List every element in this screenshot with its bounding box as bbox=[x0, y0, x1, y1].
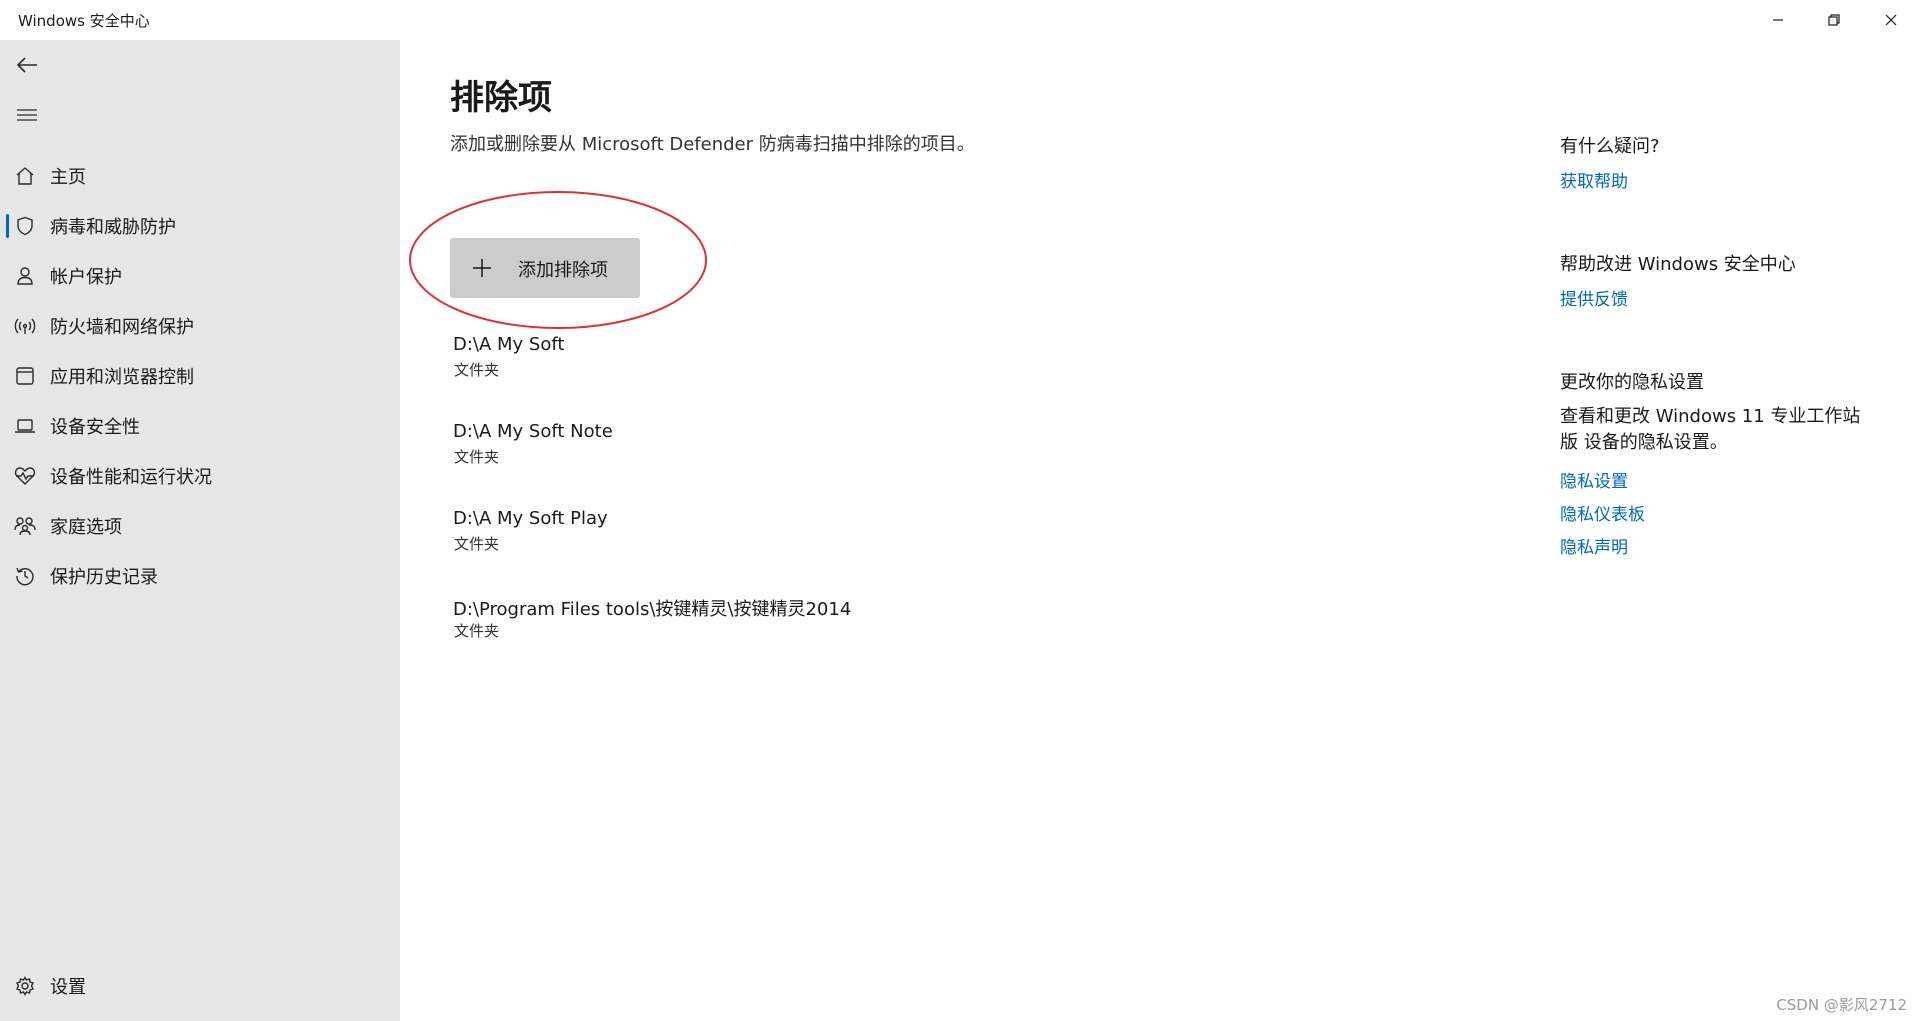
gear-icon bbox=[14, 975, 36, 997]
sidebar-item-label: 病毒和威胁防护 bbox=[50, 217, 176, 238]
exclusion-path: D:\Program Files tools\按键精灵\按键精灵2014 bbox=[453, 599, 852, 620]
sidebar-item-label: 防火墙和网络保护 bbox=[50, 317, 194, 338]
hamburger-icon bbox=[17, 109, 37, 121]
person-icon bbox=[14, 265, 36, 287]
title-bar: Windows 安全中心 bbox=[0, 0, 1921, 40]
improve-heading: 帮助改进 Windows 安全中心 bbox=[1560, 254, 1796, 275]
sidebar-item-label: 应用和浏览器控制 bbox=[50, 367, 194, 388]
restore-button[interactable] bbox=[1806, 0, 1862, 40]
minimize-icon bbox=[1773, 19, 1783, 21]
privacy-settings-link[interactable]: 隐私设置 bbox=[1560, 467, 1628, 492]
main-content: 排除项 添加或删除要从 Microsoft Defender 防病毒扫描中排除的… bbox=[400, 40, 1500, 1021]
sidebar-item-label: 家庭选项 bbox=[50, 517, 122, 538]
sidebar-item-device-security[interactable]: 设备安全性 bbox=[0, 404, 400, 448]
hamburger-menu-button[interactable] bbox=[12, 100, 42, 130]
privacy-dashboard-link[interactable]: 隐私仪表板 bbox=[1560, 500, 1645, 525]
family-icon bbox=[14, 515, 36, 537]
plus-icon bbox=[470, 256, 494, 280]
sidebar-item-home[interactable]: 主页 bbox=[0, 154, 400, 198]
sidebar-item-firewall[interactable]: 防火墙和网络保护 bbox=[0, 304, 400, 348]
exclusion-path: D:\A My Soft Note bbox=[453, 421, 613, 442]
add-exclusion-label: 添加排除项 bbox=[518, 260, 608, 281]
laptop-icon bbox=[14, 415, 36, 437]
sidebar: 主页 病毒和威胁防护 帐户保护 防火墙和网络保护 应用和浏览器控制 设备安全性 … bbox=[0, 40, 400, 1021]
exclusion-path: D:\A My Soft Play bbox=[453, 508, 608, 529]
minimize-button[interactable] bbox=[1750, 0, 1806, 40]
back-arrow-icon bbox=[16, 57, 37, 73]
get-help-link[interactable]: 获取帮助 bbox=[1560, 167, 1628, 192]
page-title: 排除项 bbox=[450, 78, 552, 118]
questions-heading: 有什么疑问? bbox=[1560, 136, 1660, 157]
heart-pulse-icon bbox=[14, 465, 36, 487]
sidebar-item-label: 设置 bbox=[50, 977, 86, 998]
wireless-icon bbox=[14, 315, 36, 337]
exclusion-item[interactable]: D:\Program Files tools\按键精灵\按键精灵2014 文件夹 bbox=[453, 595, 1353, 649]
browser-window-icon bbox=[14, 365, 36, 387]
close-icon bbox=[1885, 14, 1897, 26]
home-icon bbox=[14, 165, 36, 187]
exclusion-path: D:\A My Soft bbox=[453, 334, 565, 355]
sidebar-item-label: 帐户保护 bbox=[50, 267, 122, 288]
sidebar-item-family-options[interactable]: 家庭选项 bbox=[0, 504, 400, 548]
privacy-statement-link[interactable]: 隐私声明 bbox=[1560, 533, 1628, 558]
restore-icon bbox=[1828, 14, 1840, 26]
right-panel: 有什么疑问? 获取帮助 帮助改进 Windows 安全中心 提供反馈 更改你的隐… bbox=[1560, 40, 1890, 740]
sidebar-item-device-performance[interactable]: 设备性能和运行状况 bbox=[0, 454, 400, 498]
window-title: Windows 安全中心 bbox=[18, 12, 150, 30]
windows-security-window: Windows 安全中心 主页 病毒和威胁防护 帐户保护 防火墙和网络保护 应用… bbox=[0, 0, 1921, 1021]
close-button[interactable] bbox=[1863, 0, 1919, 40]
active-indicator bbox=[6, 214, 9, 238]
sidebar-item-settings[interactable]: 设置 bbox=[0, 964, 400, 1008]
feedback-link[interactable]: 提供反馈 bbox=[1560, 285, 1628, 310]
back-button[interactable] bbox=[12, 50, 42, 80]
exclusion-item[interactable]: D:\A My Soft Play 文件夹 bbox=[453, 508, 1353, 562]
exclusion-type: 文件夹 bbox=[454, 622, 500, 640]
sidebar-item-label: 保护历史记录 bbox=[50, 567, 158, 588]
exclusion-item[interactable]: D:\A My Soft Note 文件夹 bbox=[453, 421, 1353, 475]
exclusion-item[interactable]: D:\A My Soft 文件夹 bbox=[453, 334, 1353, 388]
shield-icon bbox=[14, 215, 36, 237]
sidebar-item-label: 主页 bbox=[50, 167, 86, 188]
exclusion-type: 文件夹 bbox=[454, 361, 500, 379]
sidebar-item-app-browser-control[interactable]: 应用和浏览器控制 bbox=[0, 354, 400, 398]
history-icon bbox=[14, 565, 36, 587]
exclusion-type: 文件夹 bbox=[454, 535, 500, 553]
privacy-description: 查看和更改 Windows 11 专业工作站版 设备的隐私设置。 bbox=[1560, 406, 1861, 453]
privacy-heading: 更改你的隐私设置 bbox=[1560, 372, 1704, 393]
sidebar-item-label: 设备安全性 bbox=[50, 417, 140, 438]
add-exclusion-button[interactable]: 添加排除项 bbox=[450, 238, 640, 298]
sidebar-item-label: 设备性能和运行状况 bbox=[50, 467, 212, 488]
exclusion-type: 文件夹 bbox=[454, 448, 500, 466]
sidebar-item-virus-protection[interactable]: 病毒和威胁防护 bbox=[0, 204, 400, 248]
page-description: 添加或删除要从 Microsoft Defender 防病毒扫描中排除的项目。 bbox=[450, 134, 975, 155]
sidebar-item-account-protection[interactable]: 帐户保护 bbox=[0, 254, 400, 298]
sidebar-item-protection-history[interactable]: 保护历史记录 bbox=[0, 554, 400, 598]
watermark: CSDN @影风2712 bbox=[1776, 996, 1907, 1014]
